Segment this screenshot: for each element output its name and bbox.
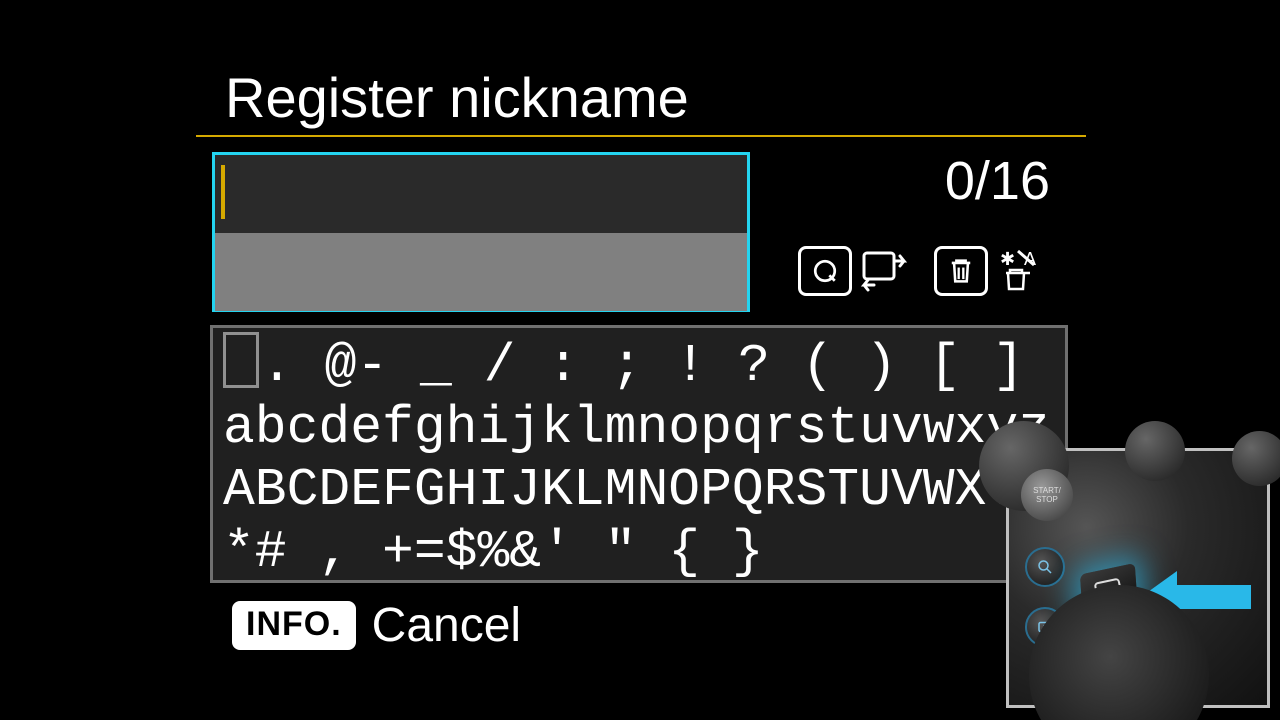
keyboard-row-1[interactable]: . @- _ / : ; ! ? ( ) [ ] < >0123456789 [223, 332, 1055, 397]
page-title: Register nickname [225, 65, 689, 130]
char-counter: 0/16 [945, 150, 1050, 212]
svg-text:✱: ✱ [1000, 249, 1015, 269]
hardware-inset: START/ STOP Q [1006, 448, 1270, 708]
start-stop-button: START/ STOP [1021, 469, 1073, 521]
title-underline [196, 135, 1086, 137]
footer-hint: INFO. Cancel [232, 598, 521, 653]
magnify-button [1025, 547, 1065, 587]
onscreen-keyboard[interactable]: . @- _ / : ; ! ? ( ) [ ] < >0123456789 a… [210, 325, 1068, 583]
info-button-badge: INFO. [232, 601, 356, 650]
nickname-input[interactable] [212, 152, 750, 312]
input-text-area [215, 155, 747, 233]
camera-knob [1232, 431, 1280, 486]
q-switch-icon[interactable] [798, 246, 852, 296]
cancel-label: Cancel [372, 598, 521, 653]
camera-menu-screen: Register nickname 0/16 [0, 0, 1280, 720]
keyboard-row-4[interactable]: *# , +=$%&' " { } [223, 521, 1055, 583]
camera-knob [1125, 421, 1185, 481]
text-cursor [221, 165, 225, 219]
svg-text:A: A [1024, 249, 1036, 269]
trash-icon[interactable] [934, 246, 988, 296]
input-lower-pane [215, 233, 747, 311]
swap-icon[interactable] [858, 247, 914, 295]
keyboard-row-2[interactable]: abcdefghijklmnopqrstuvwxyz [223, 397, 1055, 459]
keyboard-selection-cursor [223, 332, 259, 388]
trash-case-icon[interactable]: ✱ A [994, 247, 1042, 295]
keyboard-row-3[interactable]: ABCDEFGHIJKLMNOPQRSTUVWXYZ [223, 459, 1055, 521]
edit-icon-row: ✱ A [798, 246, 1042, 296]
